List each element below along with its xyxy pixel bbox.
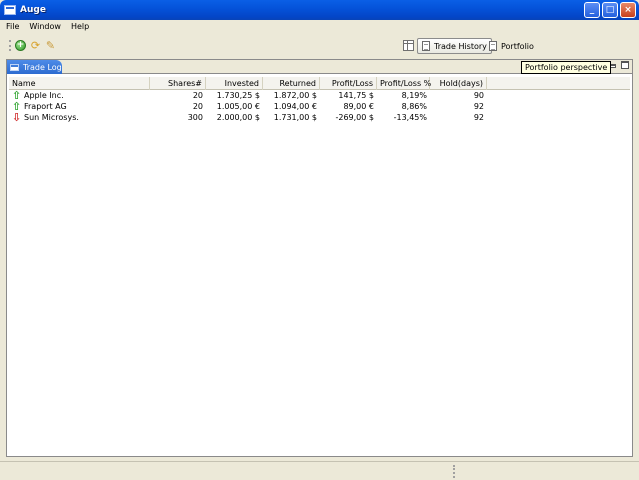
cell-shares: 20 bbox=[192, 91, 203, 100]
menu-window[interactable]: Window bbox=[29, 22, 61, 31]
column-header-name[interactable]: Name bbox=[9, 77, 150, 90]
table-row[interactable]: ⇧ Fraport AG 20 1.005,00 € 1.094,00 € 89… bbox=[9, 101, 630, 112]
title-bar[interactable]: Auge _ □ × bbox=[0, 0, 639, 20]
toolbar: + ⟳ ✎ bbox=[0, 34, 639, 56]
trade-log-table: Name Shares# Invested Returned Profit/Lo… bbox=[9, 77, 630, 123]
perspective-trade-history[interactable]: Trade History bbox=[417, 38, 492, 54]
cell-returned: 1.094,00 € bbox=[273, 102, 317, 111]
wrench-icon[interactable]: ✎ bbox=[45, 40, 56, 51]
document-icon bbox=[422, 41, 430, 51]
minimize-button[interactable]: _ bbox=[584, 2, 600, 18]
maximize-button[interactable]: □ bbox=[602, 2, 618, 18]
perspective-label: Portfolio bbox=[501, 41, 534, 51]
column-header-hold-days[interactable]: Hold(days) bbox=[430, 77, 487, 90]
perspective-portfolio[interactable]: Portfolio bbox=[485, 38, 538, 54]
cell-hold-days: 90 bbox=[473, 91, 484, 100]
cell-shares: 20 bbox=[192, 102, 203, 111]
trade-log-view: Trade Log Name Shares# Invested Returned… bbox=[6, 59, 633, 457]
cell-profit-loss-pct: 8,19% bbox=[401, 91, 427, 100]
cell-name: Apple Inc. bbox=[24, 91, 64, 100]
cell-profit-loss: 89,00 € bbox=[343, 102, 374, 111]
window-title: Auge bbox=[20, 5, 46, 15]
table-row[interactable]: ⇧ Apple Inc. 20 1.730,25 $ 1.872,00 $ 14… bbox=[9, 90, 630, 101]
cell-profit-loss: 141,75 $ bbox=[338, 91, 374, 100]
toolbar-grip-handle[interactable] bbox=[9, 40, 11, 51]
window-controls: _ □ × bbox=[584, 2, 636, 18]
table-row[interactable]: ⇩ Sun Microsys. 300 2.000,00 $ 1.731,00 … bbox=[9, 112, 630, 123]
cell-profit-loss: -269,00 $ bbox=[335, 113, 374, 122]
open-perspective-icon[interactable] bbox=[403, 40, 414, 51]
cell-shares: 300 bbox=[187, 113, 203, 122]
status-bar bbox=[0, 461, 639, 480]
cell-returned: 1.872,00 $ bbox=[273, 91, 317, 100]
cell-name: Fraport AG bbox=[24, 102, 67, 111]
close-button[interactable]: × bbox=[620, 2, 636, 18]
cell-profit-loss-pct: -13,45% bbox=[393, 113, 427, 122]
cell-name: Sun Microsys. bbox=[24, 113, 79, 122]
column-header-profit-loss[interactable]: Profit/Loss bbox=[320, 77, 377, 90]
menu-help[interactable]: Help bbox=[71, 22, 89, 31]
perspective-label: Trade History bbox=[434, 41, 487, 51]
cell-returned: 1.731,00 $ bbox=[273, 113, 317, 122]
column-header-profit-loss-pct[interactable]: Profit/Loss % bbox=[377, 77, 431, 90]
tab-label: Trade Log bbox=[23, 62, 62, 72]
cell-hold-days: 92 bbox=[473, 102, 484, 111]
column-header-invested[interactable]: Invested bbox=[206, 77, 263, 90]
cell-invested: 2.000,00 $ bbox=[216, 113, 260, 122]
view-maximize-icon[interactable] bbox=[621, 61, 629, 69]
column-header-returned[interactable]: Returned bbox=[263, 77, 320, 90]
sync-icon[interactable]: ⟳ bbox=[30, 40, 41, 51]
app-window-icon bbox=[4, 5, 16, 15]
cell-profit-loss-pct: 8,86% bbox=[401, 102, 427, 111]
cell-invested: 1.730,25 $ bbox=[216, 91, 260, 100]
status-bar-separator bbox=[453, 465, 455, 478]
column-header-shares[interactable]: Shares# bbox=[150, 77, 206, 90]
cell-invested: 1.005,00 € bbox=[216, 102, 260, 111]
menu-file[interactable]: File bbox=[6, 22, 19, 31]
menu-bar: File Window Help bbox=[0, 20, 639, 33]
table-header: Name Shares# Invested Returned Profit/Lo… bbox=[9, 77, 630, 90]
perspective-tooltip: Portfolio perspective bbox=[521, 61, 612, 74]
view-icon bbox=[10, 63, 19, 71]
tab-trade-log[interactable]: Trade Log bbox=[7, 60, 62, 74]
add-icon[interactable]: + bbox=[15, 40, 26, 51]
document-icon bbox=[489, 41, 497, 51]
cell-hold-days: 92 bbox=[473, 113, 484, 122]
trend-down-icon: ⇩ bbox=[12, 111, 22, 124]
